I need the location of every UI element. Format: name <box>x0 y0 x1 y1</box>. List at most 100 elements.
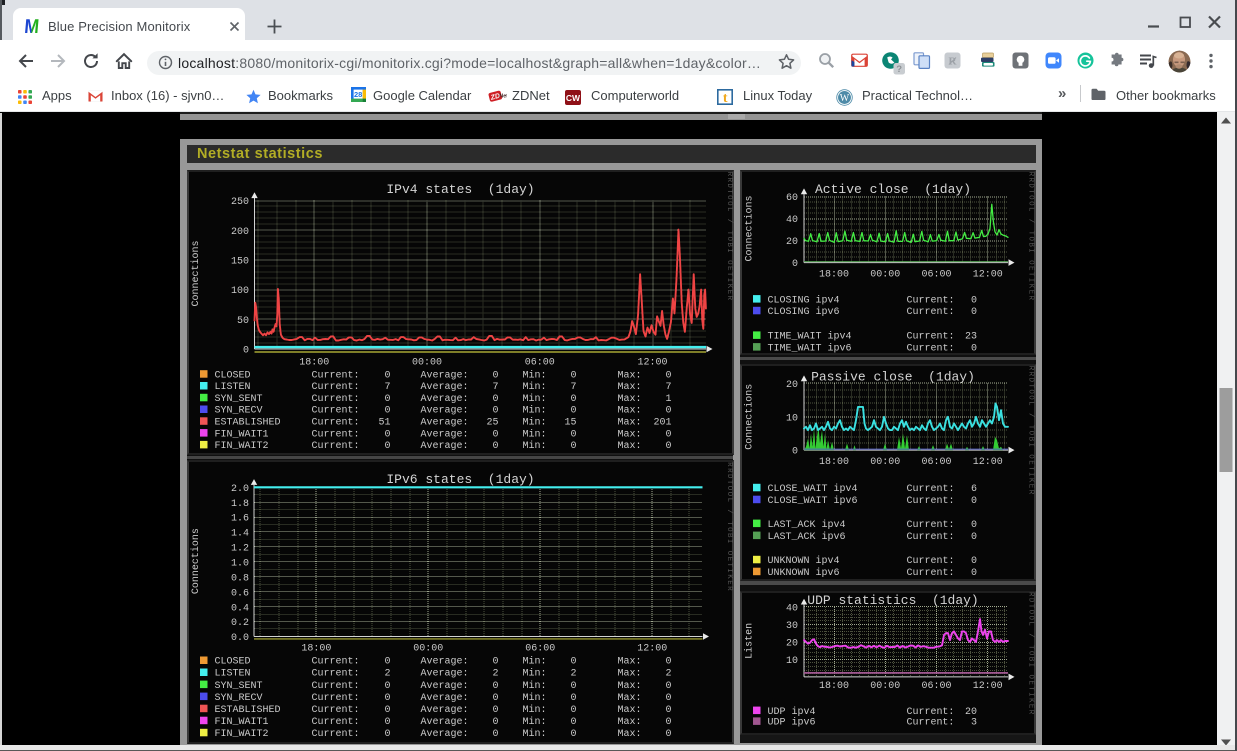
svg-text:Max:: Max: <box>617 693 641 704</box>
svg-text:0: 0 <box>665 681 671 692</box>
svg-text:0: 0 <box>570 441 576 452</box>
svg-text:0: 0 <box>792 259 798 270</box>
svg-text:Min:: Min: <box>522 440 546 452</box>
svg-text:ESTABLISHED: ESTABLISHED <box>214 705 280 716</box>
svg-text:?: ? <box>896 64 902 75</box>
svg-text:7: 7 <box>492 382 498 393</box>
svg-text:Current:: Current: <box>311 717 359 728</box>
svg-text:FIN_WAIT2: FIN_WAIT2 <box>214 729 268 740</box>
svg-text:6: 6 <box>971 484 977 495</box>
svg-text:60: 60 <box>786 193 798 204</box>
svg-text:2: 2 <box>384 669 390 680</box>
svg-text:Current:: Current: <box>311 405 359 416</box>
svg-text:UDP ipv6: UDP ipv6 <box>768 717 816 728</box>
svg-text:25: 25 <box>486 417 498 428</box>
svg-text:201: 201 <box>653 417 671 428</box>
svg-text:20: 20 <box>786 380 798 391</box>
svg-text:Max:: Max: <box>617 370 641 381</box>
svg-text:0: 0 <box>570 717 576 728</box>
svg-text:0: 0 <box>665 370 671 381</box>
svg-text:2: 2 <box>665 669 671 680</box>
svg-text:1.2: 1.2 <box>230 543 248 554</box>
svg-text:Min:: Min: <box>522 428 546 440</box>
svg-text:10: 10 <box>786 414 798 425</box>
svg-text:Min:: Min: <box>522 369 546 381</box>
svg-text:0: 0 <box>384 441 390 452</box>
svg-text:12:00: 12:00 <box>973 457 1003 468</box>
svg-text:Average:: Average: <box>420 657 468 668</box>
svg-text:0: 0 <box>492 441 498 452</box>
svg-text:10: 10 <box>786 655 798 666</box>
svg-text:Current:: Current: <box>311 417 359 428</box>
svg-text:12:00: 12:00 <box>973 269 1003 280</box>
svg-text:0: 0 <box>665 693 671 704</box>
svg-text:1: 1 <box>665 394 671 405</box>
svg-text:0: 0 <box>971 532 977 543</box>
svg-text:0: 0 <box>492 693 498 704</box>
svg-text:0: 0 <box>492 657 498 668</box>
svg-text:Listen: Listen <box>744 623 755 659</box>
svg-text:Passive close (1day): Passive close (1day) <box>811 370 975 385</box>
svg-text:0: 0 <box>492 370 498 381</box>
svg-text:0: 0 <box>384 657 390 668</box>
svg-text:0: 0 <box>665 729 671 740</box>
svg-text:RRDTOOL / TOBI OETIKER: RRDTOOL / TOBI OETIKER <box>1026 591 1034 716</box>
svg-text:t: t <box>723 91 728 105</box>
svg-text:0: 0 <box>971 520 977 531</box>
svg-text:Average:: Average: <box>420 405 468 416</box>
svg-text:12:00: 12:00 <box>637 643 667 654</box>
svg-text:18:00: 18:00 <box>819 269 849 280</box>
svg-text:0: 0 <box>971 496 977 507</box>
svg-text:Max:: Max: <box>617 382 641 393</box>
svg-text:Min:: Min: <box>522 668 546 680</box>
svg-text:Current:: Current: <box>907 484 955 495</box>
svg-text:06:00: 06:00 <box>921 457 951 468</box>
svg-text:23: 23 <box>965 331 977 342</box>
svg-text:Current:: Current: <box>907 568 955 579</box>
svg-text:0: 0 <box>570 681 576 692</box>
svg-text:Min:: Min: <box>522 692 546 704</box>
svg-text:Max:: Max: <box>617 705 641 716</box>
svg-text:Average:: Average: <box>420 693 468 704</box>
svg-text:FIN_WAIT2: FIN_WAIT2 <box>214 441 268 452</box>
svg-text:Current:: Current: <box>311 669 359 680</box>
svg-text:IPv6 states (1day): IPv6 states (1day) <box>386 472 534 487</box>
svg-text:M: M <box>24 15 40 34</box>
svg-text:Net: Net <box>499 93 507 99</box>
svg-text:0: 0 <box>492 405 498 416</box>
svg-text:FIN_WAIT1: FIN_WAIT1 <box>214 429 268 440</box>
svg-text:30: 30 <box>786 620 798 631</box>
svg-text:0: 0 <box>792 447 798 458</box>
svg-text:0: 0 <box>665 429 671 440</box>
svg-text:20: 20 <box>786 638 798 649</box>
svg-text:Current:: Current: <box>907 496 955 507</box>
svg-text:20: 20 <box>786 237 798 248</box>
svg-text:0: 0 <box>570 657 576 668</box>
svg-text:Max:: Max: <box>617 417 641 428</box>
svg-text:LAST_ACK ipv4: LAST_ACK ipv4 <box>768 519 846 531</box>
svg-text:UNKNOWN ipv6: UNKNOWN ipv6 <box>768 567 840 579</box>
svg-text:0: 0 <box>570 370 576 381</box>
svg-text:SYN_RECV: SYN_RECV <box>214 693 262 704</box>
svg-text:0: 0 <box>384 370 390 381</box>
svg-text:Current:: Current: <box>311 394 359 405</box>
svg-text:1.0: 1.0 <box>230 558 248 569</box>
svg-text:0: 0 <box>665 657 671 668</box>
svg-text:0: 0 <box>384 429 390 440</box>
svg-text:Current:: Current: <box>311 370 359 381</box>
svg-text:Min:: Min: <box>522 381 546 393</box>
svg-text:0: 0 <box>384 705 390 716</box>
svg-text:00:00: 00:00 <box>413 643 443 654</box>
svg-text:UNKNOWN ipv4: UNKNOWN ipv4 <box>768 555 840 567</box>
svg-text:7: 7 <box>665 382 671 393</box>
svg-text:RRDTOOL / TOBI OETIKER: RRDTOOL / TOBI OETIKER <box>1027 171 1035 301</box>
svg-text:0: 0 <box>570 429 576 440</box>
svg-text:12:00: 12:00 <box>637 357 667 368</box>
svg-text:06:00: 06:00 <box>524 357 554 368</box>
svg-text:Min:: Min: <box>522 680 546 692</box>
svg-text:200: 200 <box>230 226 248 237</box>
svg-text:Max:: Max: <box>617 681 641 692</box>
svg-text:SYN_SENT: SYN_SENT <box>214 681 262 692</box>
svg-text:250: 250 <box>230 197 248 208</box>
svg-text:CLOSE_WAIT ipv6: CLOSE_WAIT ipv6 <box>768 495 858 507</box>
